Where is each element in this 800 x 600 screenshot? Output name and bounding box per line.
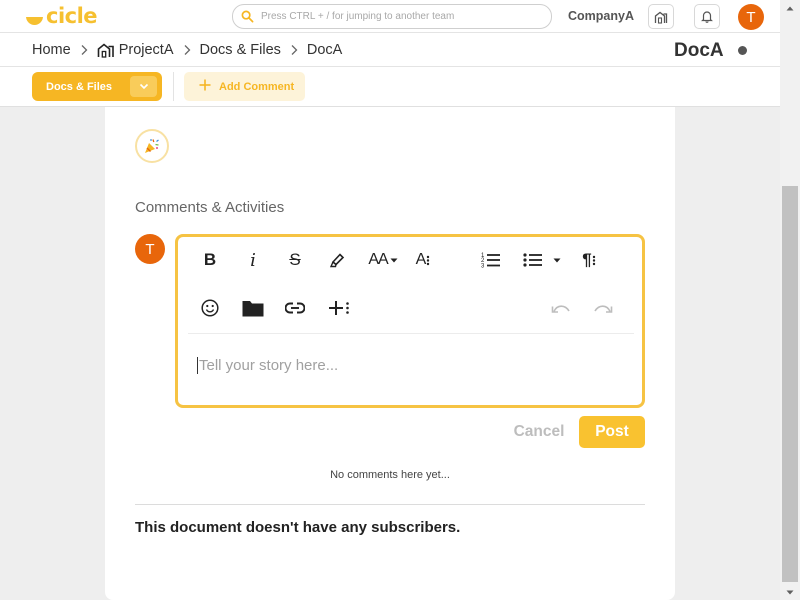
chevron-down-icon[interactable] <box>130 76 157 97</box>
divider <box>173 72 174 101</box>
font-size-button[interactable]: AA <box>366 247 400 273</box>
highlight-button[interactable] <box>324 247 350 273</box>
strikethrough-icon: S <box>289 250 301 269</box>
scroll-thumb[interactable] <box>782 186 798 582</box>
breadcrumb-home[interactable]: Home <box>32 42 71 58</box>
insert-more-button[interactable] <box>326 295 352 321</box>
company-button[interactable] <box>648 4 674 29</box>
undo-icon <box>551 305 570 313</box>
ordered-list-button[interactable]: 123 <box>478 247 504 273</box>
notifications-button[interactable] <box>694 4 720 29</box>
breadcrumb-bar: Home ProjectA Docs & Files DocA DocA <box>0 33 780 67</box>
divider <box>135 504 645 505</box>
highlight-icon <box>329 253 345 268</box>
search-box[interactable] <box>232 4 552 29</box>
company-icon <box>654 11 668 24</box>
chevron-right-icon <box>174 44 200 56</box>
breadcrumb-doc[interactable]: DocA <box>307 42 342 58</box>
party-popper-icon <box>145 139 159 153</box>
redo-button[interactable] <box>590 295 616 321</box>
more-vertical-icon <box>427 255 430 266</box>
svg-text:3: 3 <box>481 264 485 270</box>
comment-editor: B i S AA A 123 ¶ <box>175 234 645 408</box>
status-dot-icon[interactable] <box>738 46 747 55</box>
chevron-right-icon <box>71 44 97 56</box>
subscribers-text: This document doesn't have any subscribe… <box>135 519 461 536</box>
cancel-button[interactable]: Cancel <box>505 416 573 448</box>
logo-mark-icon <box>26 7 43 25</box>
caret-down-icon <box>390 258 398 262</box>
folder-icon <box>242 300 264 316</box>
page-scrollbar[interactable] <box>780 0 800 600</box>
bold-button[interactable]: B <box>197 247 223 273</box>
post-button[interactable]: Post <box>579 416 645 448</box>
top-header: cicle CompanyA T <box>0 0 780 33</box>
action-bar: Docs & Files Add Comment <box>0 67 780 107</box>
caret-down-icon <box>553 258 561 262</box>
reaction-button[interactable] <box>135 129 169 163</box>
emoji-button[interactable] <box>197 295 223 321</box>
comments-section-title: Comments & Activities <box>135 199 285 216</box>
paragraph-icon: ¶ <box>582 250 592 269</box>
italic-icon: i <box>250 249 256 271</box>
emoji-icon <box>201 299 219 317</box>
search-input[interactable] <box>261 11 541 22</box>
plus-icon <box>199 78 219 96</box>
italic-button[interactable]: i <box>240 247 266 273</box>
redo-icon <box>594 305 613 313</box>
breadcrumb-docs-files[interactable]: Docs & Files <box>200 42 281 58</box>
strikethrough-button[interactable]: S <box>282 247 308 273</box>
commenter-avatar: T <box>135 234 165 264</box>
font-style-button[interactable]: A <box>410 247 436 273</box>
font-size-icon: AA <box>368 251 388 268</box>
search-icon <box>241 10 254 23</box>
docs-files-dropdown[interactable]: Docs & Files <box>32 72 162 101</box>
insert-link-button[interactable] <box>282 295 308 321</box>
chevron-right-icon <box>281 44 307 56</box>
logo-text: cicle <box>46 4 98 28</box>
add-comment-label: Add Comment <box>219 80 295 93</box>
scroll-down-arrow-icon[interactable] <box>780 584 800 600</box>
house-icon <box>97 42 115 58</box>
page-title: DocA <box>674 40 724 61</box>
empty-comments-text: No comments here yet... <box>330 469 450 481</box>
breadcrumb: Home ProjectA Docs & Files DocA <box>32 33 342 67</box>
breadcrumb-project[interactable]: ProjectA <box>119 42 174 58</box>
comment-input[interactable] <box>197 357 627 374</box>
font-style-icon: A <box>415 251 427 268</box>
paragraph-button[interactable]: ¶ <box>576 247 602 273</box>
add-comment-button[interactable]: Add Comment <box>184 72 305 101</box>
editor-divider <box>188 333 634 334</box>
more-vertical-icon <box>592 255 595 266</box>
company-name[interactable]: CompanyA <box>568 9 634 23</box>
user-avatar[interactable]: T <box>738 4 764 30</box>
app-logo[interactable]: cicle <box>26 3 98 29</box>
bold-icon: B <box>203 250 217 269</box>
scroll-up-arrow-icon[interactable] <box>780 0 800 16</box>
bullet-list-button[interactable] <box>520 247 546 273</box>
attach-file-button[interactable] <box>240 295 266 321</box>
list-options-button[interactable] <box>548 247 566 273</box>
ordered-list-icon: 123 <box>481 253 500 270</box>
insert-more-icon <box>329 301 349 315</box>
document-card: Comments & Activities T B i S AA A 123 ¶… <box>105 107 675 600</box>
undo-button[interactable] <box>548 295 574 321</box>
bell-icon <box>701 11 713 23</box>
docs-files-label: Docs & Files <box>46 80 113 93</box>
bullet-list-icon <box>523 253 542 267</box>
link-icon <box>285 302 305 314</box>
